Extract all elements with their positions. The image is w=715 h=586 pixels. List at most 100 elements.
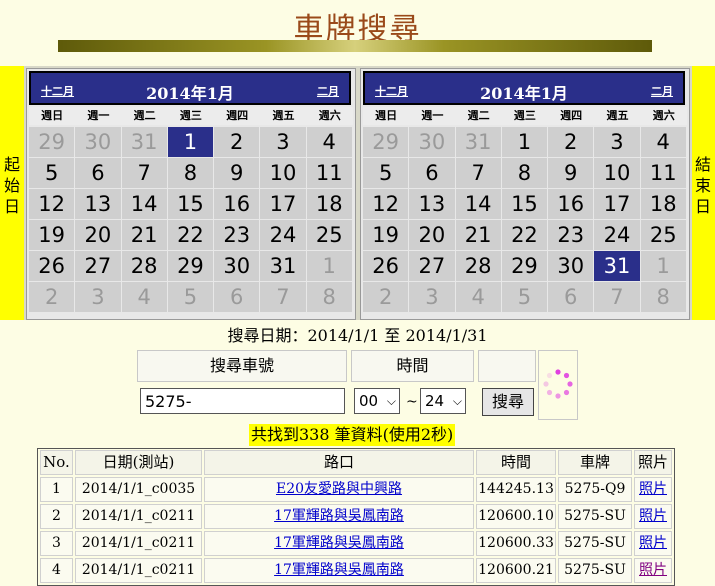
month-title: 2014年1月: [146, 84, 234, 103]
calendar-day[interactable]: 29: [501, 251, 549, 282]
time-from-select[interactable]: 00 ⌵: [354, 388, 400, 414]
calendar-day-outside[interactable]: 2: [363, 282, 410, 313]
calendar-day-outside[interactable]: 2: [29, 282, 76, 313]
calendar-day[interactable]: 31: [594, 251, 641, 282]
calendar-day-outside[interactable]: 8: [640, 282, 687, 313]
calendar-day[interactable]: 18: [640, 189, 687, 220]
calendar-day[interactable]: 5: [363, 158, 410, 189]
calendar-day[interactable]: 14: [121, 189, 168, 220]
next-month-link[interactable]: 二月: [651, 83, 673, 99]
calendar-day[interactable]: 30: [214, 251, 261, 282]
calendar-day[interactable]: 23: [214, 220, 261, 251]
calendar-day[interactable]: 15: [167, 189, 215, 220]
calendar-day[interactable]: 26: [363, 251, 410, 282]
calendar-day[interactable]: 24: [594, 220, 641, 251]
calendar-day-outside[interactable]: 6: [548, 282, 595, 313]
photo-link[interactable]: 照片: [639, 508, 667, 524]
next-month-link[interactable]: 二月: [317, 83, 339, 99]
calendar-day[interactable]: 28: [121, 251, 168, 282]
calendar-day-outside[interactable]: 7: [594, 282, 641, 313]
intersection-link[interactable]: 17軍輝路與吳鳳南路: [274, 562, 404, 578]
calendar-day[interactable]: 9: [214, 158, 261, 189]
calendar-day[interactable]: 20: [75, 220, 122, 251]
calendar-day-outside[interactable]: 30: [75, 127, 122, 158]
calendar-day[interactable]: 21: [121, 220, 168, 251]
intersection-link[interactable]: 17軍輝路與吳鳳南路: [274, 508, 404, 524]
calendar-day-outside[interactable]: 7: [260, 282, 307, 313]
calendar-day-outside[interactable]: 31: [455, 127, 502, 158]
calendar-day[interactable]: 10: [594, 158, 641, 189]
calendar-day[interactable]: 25: [640, 220, 687, 251]
calendar-day-outside[interactable]: 4: [121, 282, 168, 313]
calendar-day[interactable]: 15: [501, 189, 549, 220]
calendar-day[interactable]: 3: [260, 127, 307, 158]
calendar-day[interactable]: 11: [640, 158, 687, 189]
calendar-day[interactable]: 13: [75, 189, 122, 220]
photo-link[interactable]: 照片: [639, 535, 667, 551]
calendar-day[interactable]: 2: [548, 127, 595, 158]
calendar-day[interactable]: 18: [306, 189, 353, 220]
calendar-day[interactable]: 17: [594, 189, 641, 220]
search-button[interactable]: 搜尋: [482, 388, 534, 416]
calendar-day-outside[interactable]: 3: [75, 282, 122, 313]
calendar-day[interactable]: 14: [455, 189, 502, 220]
calendar-day[interactable]: 1: [501, 127, 549, 158]
calendar-day-outside[interactable]: 31: [121, 127, 168, 158]
calendar-day-outside[interactable]: 4: [455, 282, 502, 313]
calendar-day[interactable]: 20: [409, 220, 456, 251]
calendar-day-outside[interactable]: 29: [363, 127, 410, 158]
calendar-day[interactable]: 25: [306, 220, 353, 251]
calendar-day[interactable]: 4: [306, 127, 353, 158]
calendar-day[interactable]: 9: [548, 158, 595, 189]
photo-link[interactable]: 照片: [639, 481, 667, 497]
calendar-day[interactable]: 24: [260, 220, 307, 251]
calendar-day[interactable]: 21: [455, 220, 502, 251]
calendar-day[interactable]: 27: [409, 251, 456, 282]
calendar-day[interactable]: 8: [167, 158, 215, 189]
calendar-day[interactable]: 10: [260, 158, 307, 189]
calendar-day[interactable]: 12: [363, 189, 410, 220]
intersection-link[interactable]: 17軍輝路與吳鳳南路: [274, 535, 404, 551]
calendar-day[interactable]: 6: [409, 158, 456, 189]
calendar-day[interactable]: 7: [121, 158, 168, 189]
calendar-day[interactable]: 12: [29, 189, 76, 220]
time-to-select[interactable]: 24 ⌵: [420, 388, 466, 414]
calendar-day-outside[interactable]: 1: [306, 251, 353, 282]
calendar-day-outside[interactable]: 5: [501, 282, 549, 313]
calendar-day[interactable]: 19: [363, 220, 410, 251]
plate-number-input[interactable]: [140, 388, 345, 414]
calendar-day[interactable]: 7: [455, 158, 502, 189]
calendar-day-outside[interactable]: 29: [29, 127, 76, 158]
calendar-day-outside[interactable]: 3: [409, 282, 456, 313]
calendar-day-outside[interactable]: 6: [214, 282, 261, 313]
calendar-day[interactable]: 1: [167, 127, 215, 158]
calendar-day[interactable]: 29: [167, 251, 215, 282]
calendar-day[interactable]: 17: [260, 189, 307, 220]
calendar-day[interactable]: 22: [501, 220, 549, 251]
calendar-day[interactable]: 2: [214, 127, 261, 158]
calendar-day-outside[interactable]: 8: [306, 282, 353, 313]
calendar-day[interactable]: 4: [640, 127, 687, 158]
calendar-day[interactable]: 22: [167, 220, 215, 251]
calendar-day[interactable]: 5: [29, 158, 76, 189]
calendar-day-outside[interactable]: 30: [409, 127, 456, 158]
calendar-day[interactable]: 16: [548, 189, 595, 220]
photo-link[interactable]: 照片: [639, 562, 667, 578]
calendar-day[interactable]: 23: [548, 220, 595, 251]
calendar-day[interactable]: 27: [75, 251, 122, 282]
calendar-day[interactable]: 31: [260, 251, 307, 282]
calendar-day[interactable]: 30: [548, 251, 595, 282]
calendar-day-outside[interactable]: 1: [640, 251, 687, 282]
calendar-day[interactable]: 3: [594, 127, 641, 158]
calendar-day[interactable]: 28: [455, 251, 502, 282]
intersection-link[interactable]: E20友愛路與中興路: [276, 481, 402, 497]
calendar-day[interactable]: 6: [75, 158, 122, 189]
time-from-value: 00: [359, 392, 379, 410]
calendar-day[interactable]: 11: [306, 158, 353, 189]
calendar-day[interactable]: 16: [214, 189, 261, 220]
calendar-day[interactable]: 19: [29, 220, 76, 251]
calendar-day-outside[interactable]: 5: [167, 282, 215, 313]
calendar-day[interactable]: 8: [501, 158, 549, 189]
calendar-day[interactable]: 26: [29, 251, 76, 282]
calendar-day[interactable]: 13: [409, 189, 456, 220]
